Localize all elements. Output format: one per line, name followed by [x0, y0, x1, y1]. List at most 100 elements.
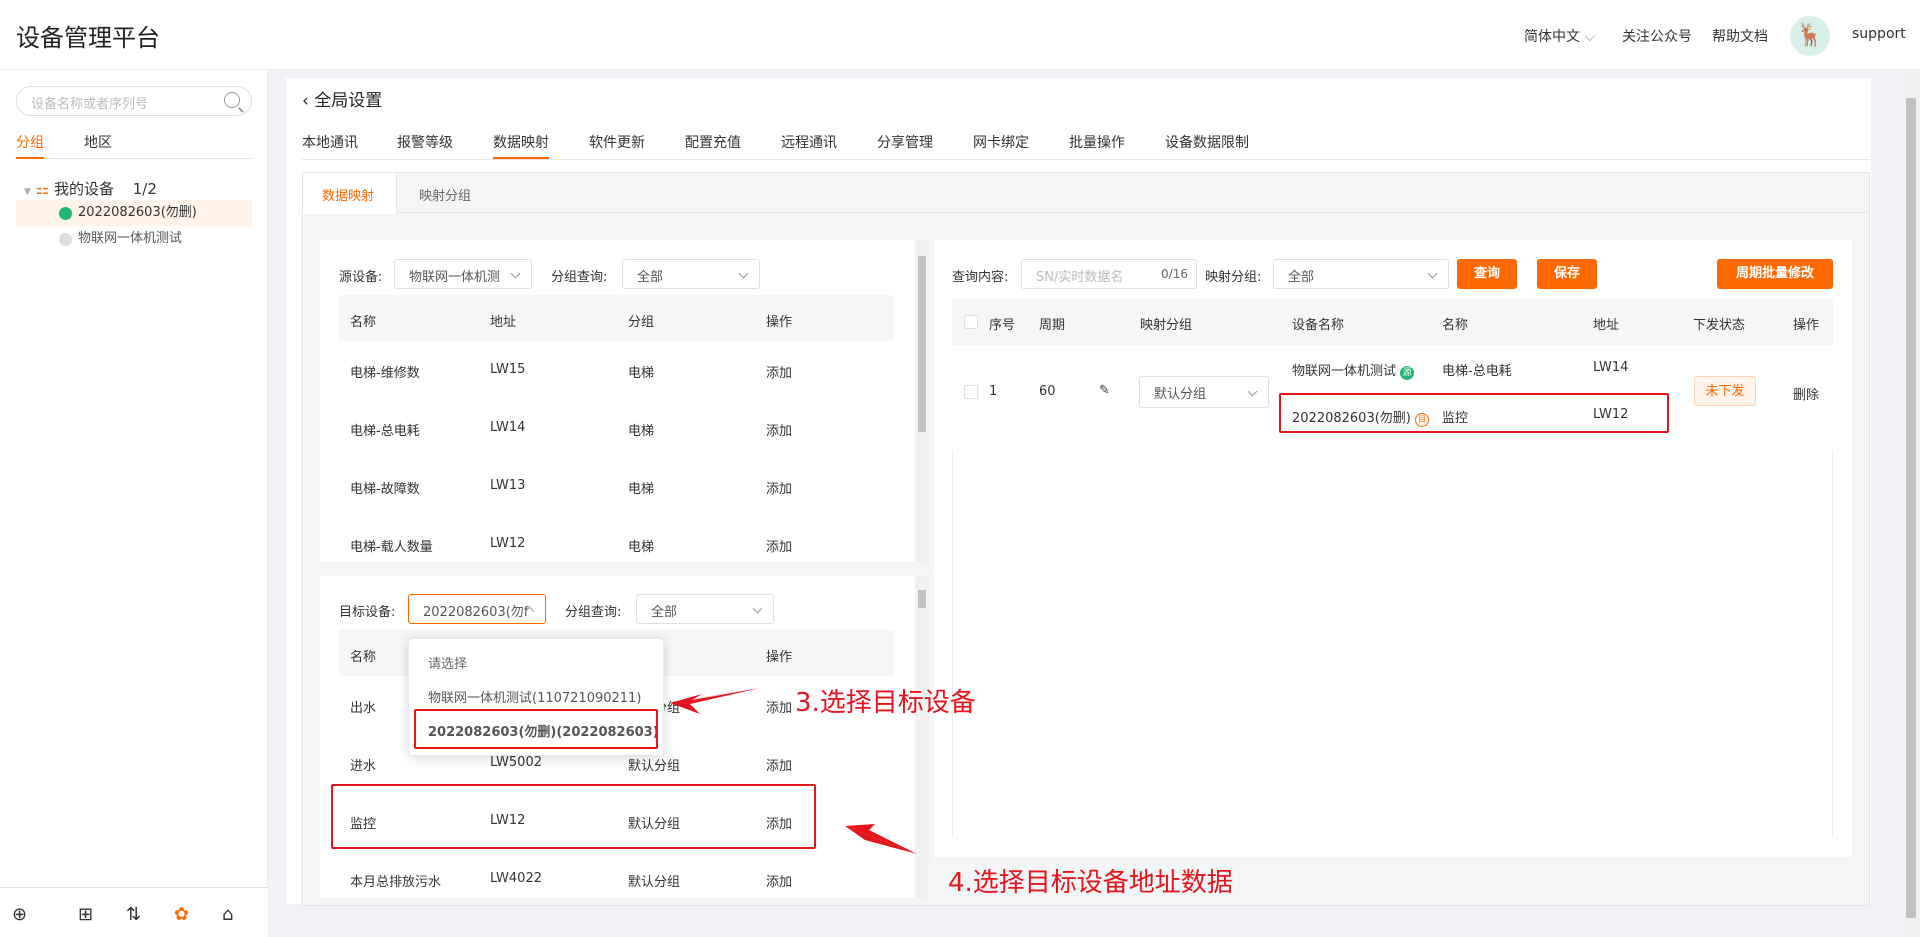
avatar[interactable]: 🦌 [1790, 16, 1830, 56]
follow-link[interactable]: 关注公众号 [1622, 26, 1692, 46]
row-addr: LW14 [490, 420, 526, 435]
src-device-text: 物联网一体机测试 [1292, 364, 1397, 379]
col-header: 操作 [766, 650, 793, 665]
source-device-select[interactable]: 物联网一体机测 [394, 259, 532, 289]
chevron-down-icon [752, 603, 763, 614]
settings-icon[interactable]: ✿ [174, 904, 189, 925]
row-group-value: 默认分组 [1154, 387, 1207, 402]
language-select[interactable]: 简体中文 ⌵ [1524, 26, 1595, 46]
caret-down-icon: ▼ [24, 187, 31, 197]
row-group: 电梯 [628, 482, 655, 497]
source-group-select[interactable]: 全部 [622, 259, 760, 289]
add-link[interactable]: 添加 [766, 536, 792, 555]
tab-local-comm[interactable]: 本地通讯 [302, 132, 358, 152]
dropdown-option[interactable]: 物联网一体机测试(110721090211) [428, 687, 641, 706]
username[interactable]: support [1852, 26, 1906, 42]
query-count: 0/16 [1161, 267, 1188, 281]
dropdown-option[interactable]: 请选择 [428, 653, 467, 672]
arrow-icon [670, 687, 762, 714]
src-device-name: 物联网一体机测试 源 [1292, 360, 1415, 380]
target-device-select[interactable]: 2022082603(勿f [408, 594, 546, 624]
chevron-left-icon: ‹ [302, 91, 315, 111]
chevron-down-icon: ⌵ [1584, 29, 1596, 45]
source-group-value: 全部 [637, 270, 664, 285]
add-link[interactable]: 添加 [766, 478, 792, 497]
row-addr: LW4022 [490, 871, 542, 886]
tree-root-label: 我的设备 [53, 180, 114, 198]
source-badge-icon: 源 [1400, 366, 1415, 380]
row-name: 进水 [350, 759, 377, 774]
subtab-bar [303, 173, 1869, 213]
row-name: 出水 [350, 701, 377, 716]
scrollbar-thumb[interactable] [918, 590, 926, 608]
row-addr: LW13 [490, 478, 526, 493]
query-button[interactable]: 查询 [1457, 259, 1517, 289]
divider [302, 159, 1870, 160]
col-header: 地址 [1593, 318, 1620, 333]
device-name: 2022082603(勿删) [78, 205, 197, 220]
add-icon[interactable]: ⊕ [12, 904, 27, 925]
tab-share-manage[interactable]: 分享管理 [877, 132, 933, 152]
tab-batch-ops[interactable]: 批量操作 [1069, 132, 1125, 152]
add-link[interactable]: 添加 [766, 420, 792, 439]
mapping-group-select[interactable]: 全部 [1273, 259, 1449, 289]
add-link[interactable]: 添加 [766, 755, 792, 774]
search-input[interactable]: 设备名称或者序列号 [16, 86, 252, 116]
row-period: 60 [1039, 384, 1056, 399]
mapping-group-value: 全部 [1288, 270, 1315, 285]
row-group-select[interactable]: 默认分组 [1139, 376, 1269, 408]
tab-data-limit[interactable]: 设备数据限制 [1165, 132, 1249, 152]
add-link[interactable]: 添加 [766, 871, 792, 890]
device-item[interactable]: 2022082603(勿删) [16, 200, 252, 226]
tab-remote-comm[interactable]: 远程通讯 [781, 132, 837, 152]
search-icon[interactable] [224, 92, 240, 108]
row-checkbox[interactable] [964, 385, 978, 399]
language-label: 简体中文 [1524, 29, 1580, 45]
divider [952, 450, 953, 837]
source-device-label: 源设备: [339, 270, 383, 285]
batch-edit-button[interactable]: 周期批量修改 [1717, 259, 1833, 289]
sort-icon[interactable]: ⇅ [126, 904, 141, 925]
delete-link[interactable]: 删除 [1793, 384, 1819, 403]
scrollbar-thumb[interactable] [918, 256, 926, 432]
tab-nic-binding[interactable]: 网卡绑定 [973, 132, 1029, 152]
select-all-checkbox[interactable] [964, 315, 978, 329]
group-icon: ⚏ [35, 180, 50, 198]
tree-root[interactable]: ▼ ⚏ 我的设备 1/2 [24, 178, 157, 199]
query-input[interactable]: SN/实时数据名 0/16 [1021, 259, 1197, 289]
subtab-data-mapping[interactable]: 数据映射 [322, 185, 374, 204]
col-header: 设备名称 [1292, 318, 1345, 333]
tab-data-mapping[interactable]: 数据映射 [493, 132, 549, 152]
add-link[interactable]: 添加 [766, 362, 792, 381]
help-link[interactable]: 帮助文档 [1712, 26, 1768, 46]
home-icon[interactable]: ⌂ [222, 904, 233, 925]
highlight-box [414, 709, 658, 749]
tab-software-update[interactable]: 软件更新 [589, 132, 645, 152]
device-item[interactable]: 物联网一体机测试 [16, 226, 252, 252]
tab-config-recharge[interactable]: 配置充值 [685, 132, 741, 152]
page-scrollbar-thumb[interactable] [1906, 98, 1916, 918]
source-table-header [339, 295, 894, 341]
row-name: 本月总排放污水 [350, 875, 442, 890]
tree-icon[interactable]: ⊞ [78, 904, 93, 925]
tab-indicator [493, 157, 549, 159]
subtab-mapping-group[interactable]: 映射分组 [419, 185, 471, 204]
target-group-select[interactable]: 全部 [636, 594, 774, 624]
edit-icon[interactable]: ✎ [1099, 383, 1110, 398]
row-name: 电梯-故障数 [350, 482, 420, 497]
annotation-step4: 4.选择目标设备地址数据 [948, 868, 1233, 898]
save-button[interactable]: 保存 [1537, 259, 1597, 289]
row-addr: LW15 [490, 362, 526, 377]
side-tab-group[interactable]: 分组 [16, 132, 44, 152]
row-index: 1 [989, 384, 998, 399]
back-button[interactable]: ‹ 全局设置 [302, 86, 382, 111]
row-group: 电梯 [628, 366, 655, 381]
col-header: 序号 [989, 318, 1016, 333]
side-tab-region[interactable]: 地区 [84, 132, 112, 152]
row-name: 电梯-维修数 [350, 366, 420, 381]
row-group: 默认分组 [628, 875, 681, 890]
page-title: 全局设置 [314, 91, 383, 111]
tab-alarm-level[interactable]: 报警等级 [397, 132, 453, 152]
row-name: 电梯-总电耗 [350, 424, 420, 439]
target-group-value: 全部 [651, 605, 678, 620]
